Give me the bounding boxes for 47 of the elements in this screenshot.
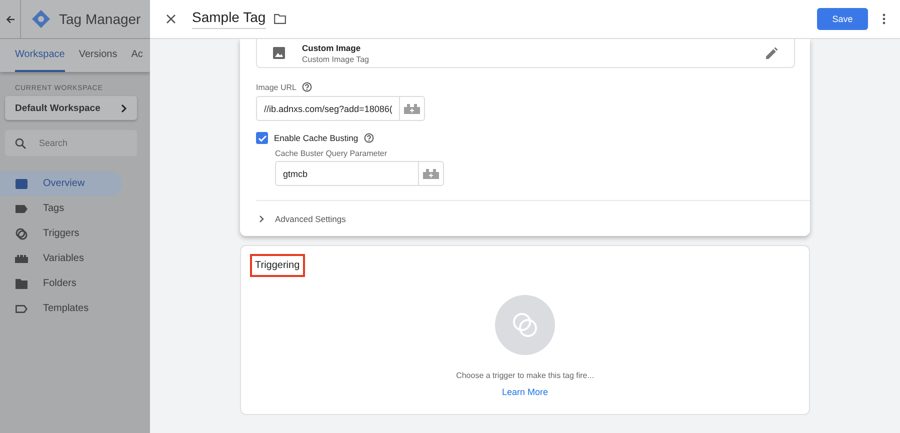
nav-tab[interactable]: Versions: [78, 39, 118, 72]
sidebar-item[interactable]: Overview: [0, 171, 122, 196]
tag-type-name: Custom Image: [302, 42, 362, 52]
help-icon[interactable]: [364, 133, 374, 143]
more-options-icon[interactable]: [882, 13, 886, 25]
nav-tab[interactable]: Ac: [131, 39, 143, 72]
save-button[interactable]: Save: [817, 8, 868, 30]
learn-more-link[interactable]: Learn More: [502, 387, 548, 397]
checkbox-label: Enable Cache Busting: [274, 133, 358, 143]
circles-icon: [15, 228, 28, 240]
brick-icon: [15, 254, 28, 262]
folder-icon[interactable]: [274, 14, 286, 24]
advanced-settings-toggle[interactable]: Advanced Settings: [256, 200, 810, 236]
label-outline-icon: [15, 304, 28, 312]
sidebar-item[interactable]: Tags: [0, 196, 122, 221]
sidebar-item[interactable]: Templates: [0, 296, 122, 321]
sidebar-item[interactable]: Triggers: [0, 221, 122, 246]
app-title: Tag Manager: [59, 11, 141, 27]
folder-icon: [15, 278, 28, 288]
close-icon[interactable]: [166, 14, 176, 24]
nav-tab[interactable]: Workspace: [15, 39, 65, 72]
tag-name-field[interactable]: Sample Tag: [192, 9, 266, 29]
sidebar-item[interactable]: Variables: [0, 246, 122, 271]
variable-picker-icon[interactable]: [423, 168, 439, 178]
workspace-selector[interactable]: Default Workspace: [5, 96, 137, 120]
chevron-icon: [259, 214, 265, 222]
field-label: Image URL: [256, 82, 296, 92]
label-icon: [15, 204, 28, 212]
image-icon: [273, 47, 285, 59]
browser-icon: [15, 178, 28, 188]
help-icon[interactable]: [302, 82, 312, 92]
section-title: Triggering: [250, 254, 305, 277]
tag-type-row[interactable]: Custom Image Custom Image Tag: [256, 39, 795, 68]
image-url-field[interactable]: //ib.adnxs.com/seg?add=18086(: [256, 96, 399, 121]
chevron-right-icon: [121, 104, 127, 112]
tag-type-subtitle: Custom Image Tag: [302, 54, 369, 64]
diamond-logo-icon: [31, 9, 51, 29]
sidebar-item[interactable]: Folders: [0, 271, 122, 296]
field-label: Cache Buster Query Parameter: [275, 149, 388, 158]
back-arrow-icon[interactable]: [6, 14, 14, 24]
variable-picker-icon[interactable]: [404, 104, 420, 114]
empty-message: Choose a trigger to make this tag fire...: [456, 371, 594, 380]
cache-buster-field[interactable]: gtmcb: [275, 161, 418, 186]
pencil-icon[interactable]: [766, 47, 778, 59]
checkbox[interactable]: [256, 132, 268, 144]
search-icon: [15, 138, 26, 148]
search-field[interactable]: Search: [5, 130, 137, 156]
